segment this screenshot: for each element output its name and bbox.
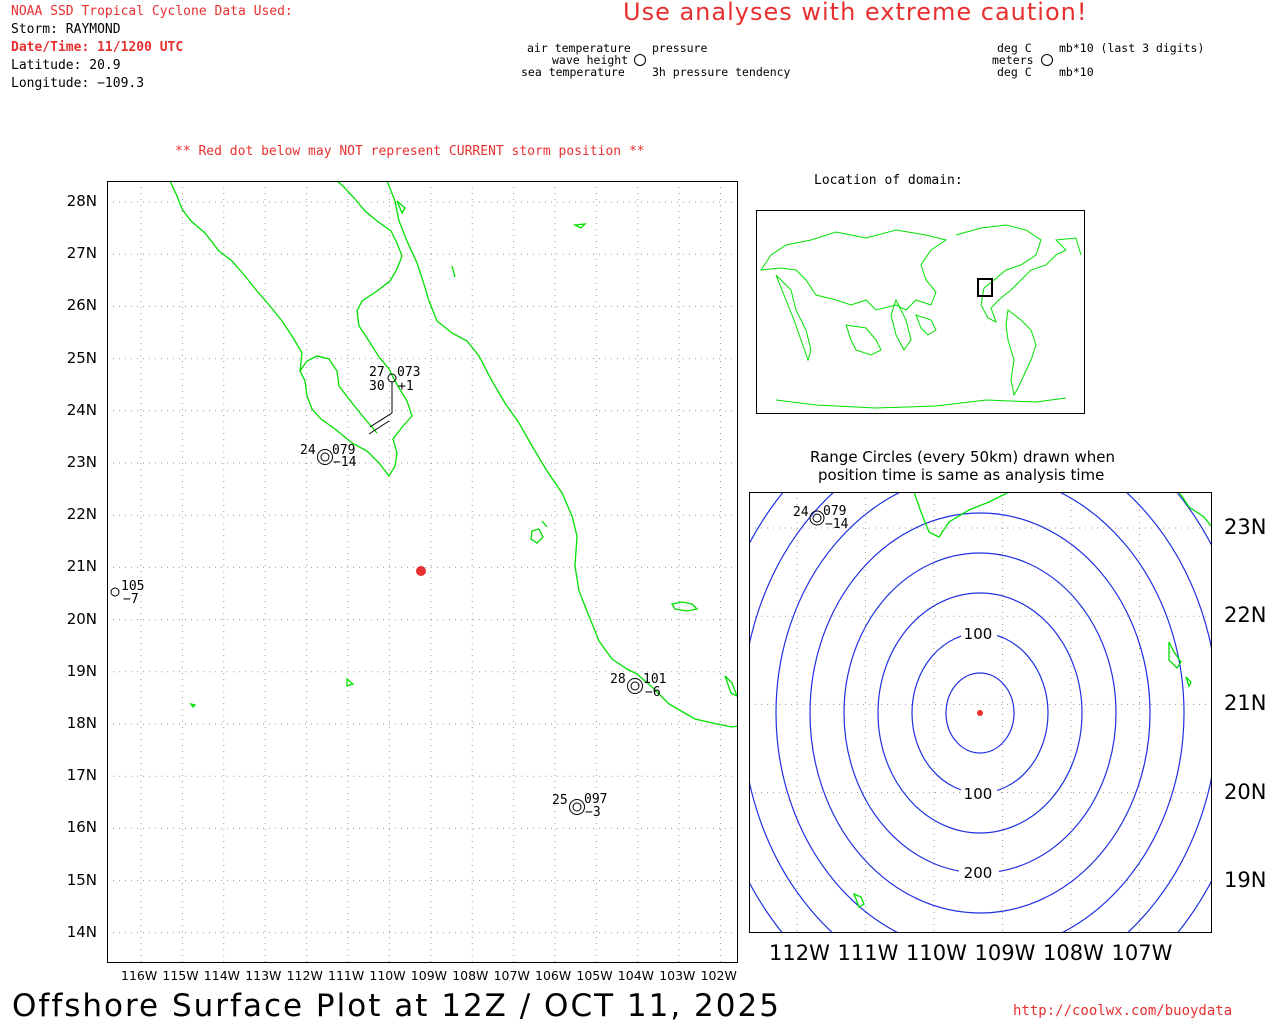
legend-unit-sea: deg C [997, 65, 1032, 79]
station-5-tendency: −3 [585, 805, 601, 820]
main-lat-label: 18N [66, 714, 97, 732]
main-coastline [169, 180, 739, 728]
range-lat-label: 19N [1224, 867, 1267, 892]
main-lon-label: 111W [328, 968, 365, 983]
range-lat-label: 23N [1224, 515, 1267, 539]
main-lon-label: 103W [659, 968, 696, 983]
main-lat-label: 28N [66, 192, 97, 210]
domain-locator-map [756, 210, 1085, 414]
station-1-sea-temp: 30 [369, 379, 385, 394]
main-lon-label: 102W [700, 968, 737, 983]
main-lon-label: 114W [203, 968, 241, 983]
range-lon-label: 107W [1111, 941, 1173, 965]
legend-unit-tendency: mb*10 [1059, 65, 1094, 79]
storm-position-marker [416, 566, 426, 576]
range-lon-label: 109W [974, 941, 1036, 965]
main-lon-label: 105W [576, 968, 613, 983]
range-circles-map: 24 079 −14 100 100 200 [749, 492, 1212, 933]
main-lat-label: 22N [66, 505, 97, 524]
main-lat-label: 25N [66, 348, 97, 367]
range-station-temp: 24 [793, 505, 809, 520]
main-lon-label: 107W [493, 968, 530, 983]
range-station-tendency: −14 [825, 517, 849, 532]
main-lon-label: 113W [245, 968, 282, 983]
main-surface-map: 27 073 30 +1 24 079 −14 105 −7 28 101 −6… [107, 180, 739, 963]
range-lat-label: 20N [1224, 779, 1267, 804]
main-lon-label: 115W [162, 968, 199, 983]
range-lon-label: 108W [1043, 941, 1104, 965]
station-5-temp: 25 [552, 793, 568, 808]
station-markers [110, 373, 643, 815]
storm-position-warning: ** Red dot below may NOT represent CURRE… [175, 144, 645, 159]
main-lat-label: 27N [66, 244, 97, 263]
range-lat-label: 22N [1224, 603, 1267, 628]
main-lat-label: 17N [66, 766, 97, 785]
source-url-link[interactable]: http://coolwx.com/buoydata [1013, 1003, 1232, 1019]
legend-unit-pressure: mb*10 (last 3 digits) [1059, 41, 1205, 55]
main-lon-label: 106W [535, 968, 572, 983]
domain-map-title: Location of domain: [814, 173, 963, 188]
station-1-temp: 27 [369, 365, 385, 380]
main-lon-label: 112W [286, 968, 323, 983]
range-coastline [852, 492, 1212, 908]
main-lon-label: 116W [121, 968, 158, 983]
range-map-title-1: Range Circles (every 50km) drawn when [810, 448, 1115, 466]
range-storm-marker [977, 710, 983, 716]
range-lon-label: 112W [769, 941, 830, 965]
station-3-tendency: −7 [123, 592, 139, 607]
plot-title: Offshore Surface Plot at 12Z / OCT 11, 2… [12, 988, 781, 1024]
station-2-temp: 24 [300, 443, 316, 458]
main-lat-label: 14N [66, 922, 97, 941]
main-lon-label: 108W [452, 968, 489, 983]
main-lat-label: 20N [66, 609, 97, 628]
range-lon-label: 111W [837, 941, 899, 965]
range-lat-label: 21N [1224, 691, 1267, 716]
main-lon-label: 109W [410, 968, 448, 983]
range-label-200: 200 [964, 864, 993, 882]
station-1-pressure: 073 [397, 365, 420, 380]
station-2-tendency: −14 [333, 455, 357, 470]
range-label-100-south: 100 [964, 785, 993, 803]
main-lat-label: 23N [66, 453, 97, 471]
range-map-title-2: position time is same as analysis time [818, 466, 1105, 484]
main-lat-label: 19N [66, 661, 97, 680]
station-4-tendency: −6 [645, 685, 661, 700]
range-lon-label: 110W [906, 941, 967, 965]
main-lon-label: 110W [369, 968, 406, 983]
main-lat-label: 26N [66, 296, 97, 315]
main-lat-label: 15N [66, 870, 97, 889]
main-lat-label: 21N [66, 557, 97, 576]
range-label-100-north: 100 [964, 625, 993, 643]
main-lat-label: 16N [66, 818, 97, 837]
station-4-temp: 28 [610, 672, 626, 687]
station-1-tendency: +1 [398, 379, 414, 394]
main-lat-label: 24N [66, 400, 97, 419]
range-circle [749, 492, 1212, 933]
main-lon-label: 104W [617, 968, 655, 983]
